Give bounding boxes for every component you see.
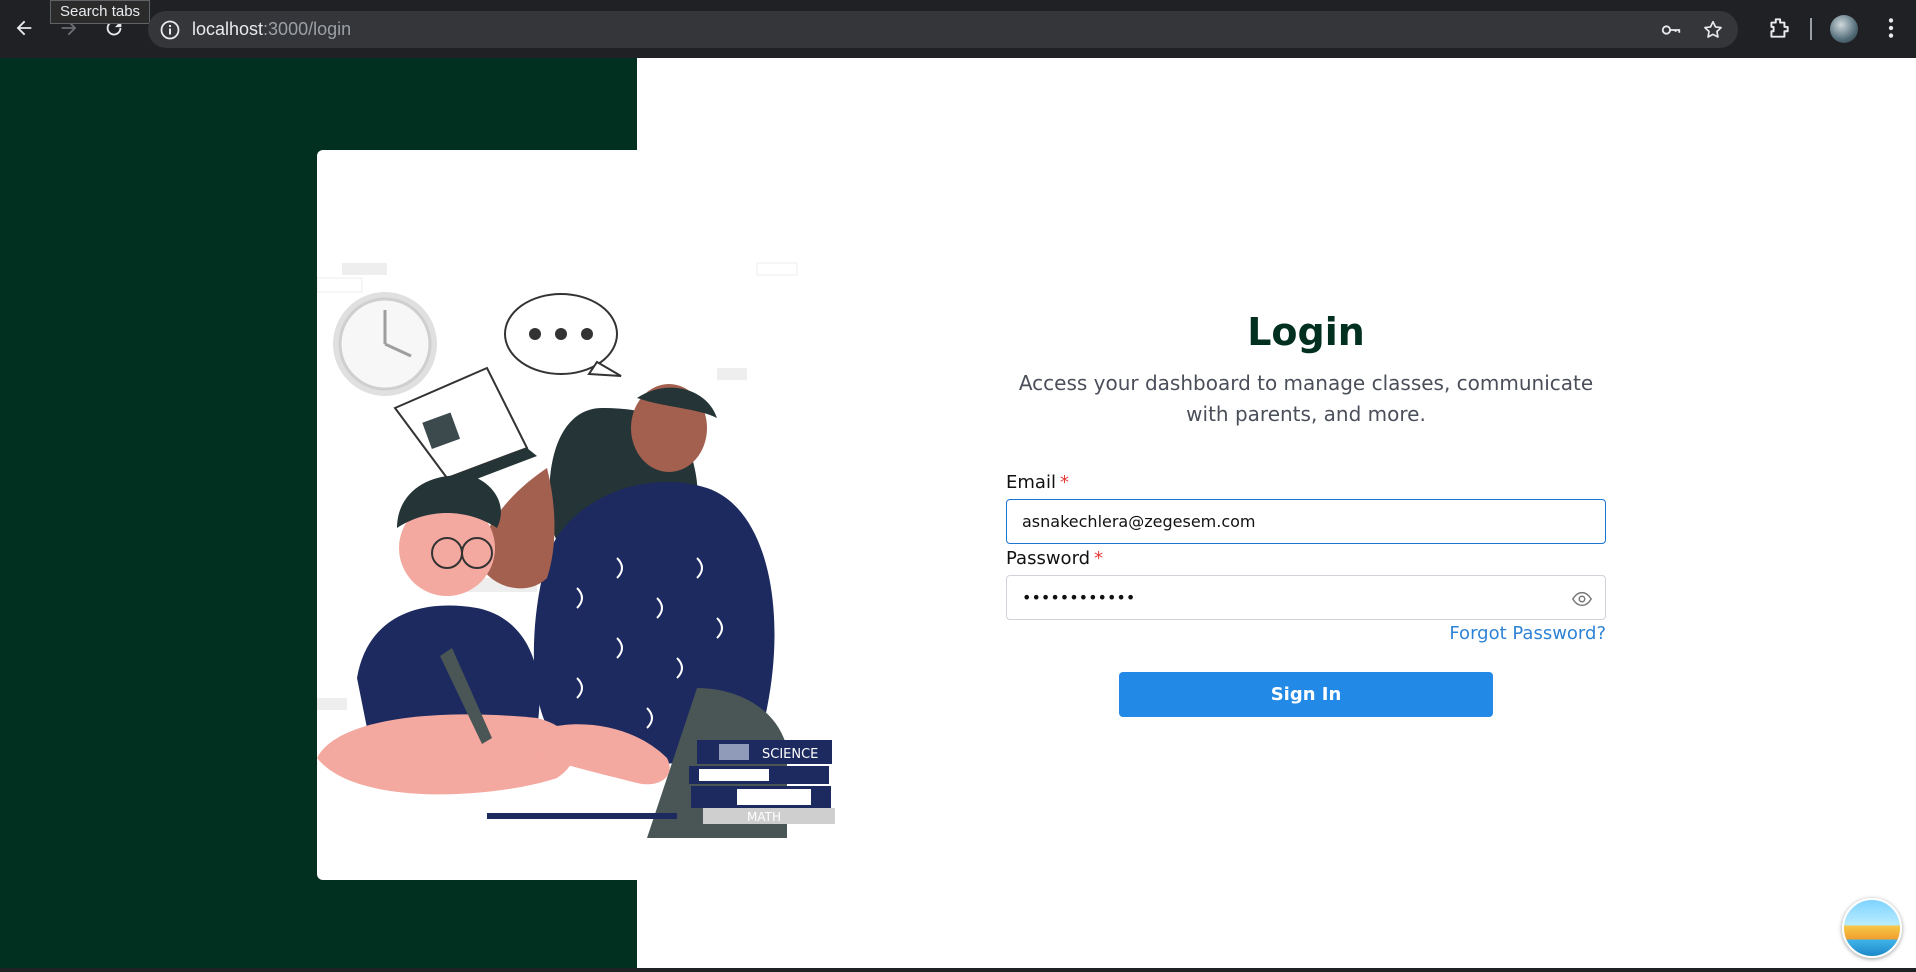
site-info-icon[interactable]	[158, 18, 182, 42]
login-subtitle: Access your dashboard to manage classes,…	[1018, 371, 1594, 426]
login-title: Login	[1247, 310, 1365, 354]
password-value: ••••••••••••	[1022, 588, 1136, 607]
login-page: SCIENCE MATH Login Access your dashboard…	[0, 58, 1916, 972]
password-field[interactable]: ••••••••••••	[1006, 575, 1606, 620]
forgot-password-link[interactable]: Forgot Password?	[1449, 623, 1606, 644]
password-label: Password *	[1006, 548, 1103, 569]
back-button[interactable]	[7, 11, 41, 45]
url-text[interactable]: localhost:3000/login	[192, 19, 351, 40]
show-password-eye-icon[interactable]	[1571, 588, 1593, 610]
book-label-science: SCIENCE	[762, 747, 818, 762]
clock-icon	[333, 292, 437, 396]
key-icon[interactable]	[1660, 19, 1682, 41]
floating-avatar-badge[interactable]	[1842, 898, 1902, 958]
profile-avatar[interactable]	[1830, 15, 1858, 43]
sign-in-button[interactable]: Sign In	[1119, 672, 1493, 717]
required-asterisk: *	[1094, 548, 1104, 569]
required-asterisk: *	[1059, 472, 1069, 493]
tooltip-search-tabs: Search tabs	[50, 0, 151, 24]
email-label-text: Email	[1006, 472, 1056, 493]
toolbar-separator	[1810, 18, 1812, 40]
open-book-icon	[393, 366, 537, 488]
arrow-left-icon	[16, 20, 32, 36]
book-stack: SCIENCE MATH	[689, 740, 835, 824]
password-label-text: Password	[1006, 548, 1091, 569]
url-path: :3000/login	[263, 19, 352, 39]
browser-toolbar: Search tabs localhost:3000/login	[0, 0, 1916, 58]
speech-bubble-icon	[504, 293, 622, 377]
book-label-math: MATH	[747, 810, 781, 824]
email-label: Email *	[1006, 472, 1069, 493]
email-field[interactable]: asnakechlera@zegesem.com	[1006, 499, 1606, 544]
bookmark-star-icon[interactable]	[1702, 19, 1724, 41]
url-host: localhost	[192, 19, 264, 39]
kebab-menu-icon[interactable]	[1878, 15, 1904, 41]
window-bottom-border	[0, 968, 1916, 972]
extensions-icon[interactable]	[1766, 15, 1792, 41]
address-bar[interactable]: localhost:3000/login	[148, 11, 1738, 48]
teacher-student-illustration: SCIENCE MATH	[317, 262, 835, 838]
